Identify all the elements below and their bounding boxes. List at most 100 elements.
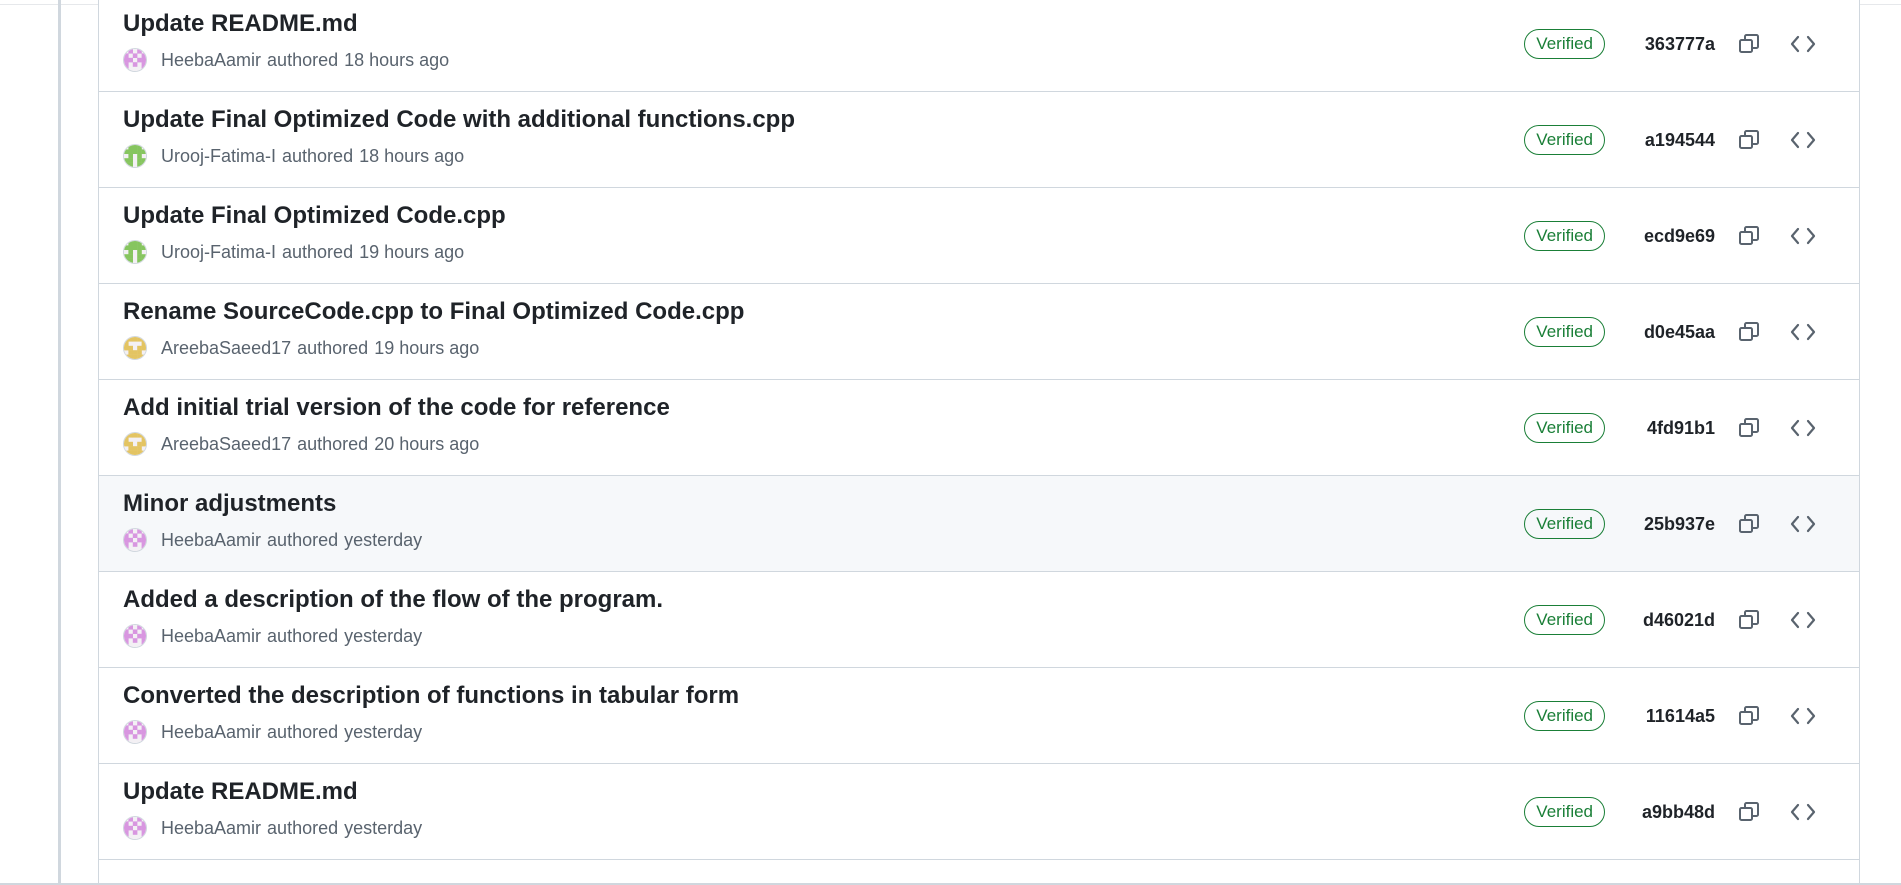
commit-title-link[interactable]: Update README.md: [123, 778, 358, 806]
author-link[interactable]: Urooj-Fatima-I: [161, 146, 276, 167]
author-link[interactable]: AreebaSaeed17: [161, 338, 291, 359]
browse-repo-button[interactable]: [1783, 792, 1823, 832]
commit-row: Added a description of the flow of the p…: [99, 572, 1859, 668]
code-icon: [1790, 34, 1816, 54]
browse-repo-button[interactable]: [1783, 120, 1823, 160]
commit-actions: Verified a194544: [1524, 92, 1823, 188]
copy-sha-button[interactable]: [1729, 24, 1769, 64]
commit-title-link[interactable]: Rename SourceCode.cpp to Final Optimized…: [123, 298, 744, 326]
verified-badge[interactable]: Verified: [1524, 221, 1605, 251]
commits-page: Update README.md HeebaAamir authored 18 …: [0, 0, 1901, 885]
verified-badge[interactable]: Verified: [1524, 605, 1605, 635]
verified-badge[interactable]: Verified: [1524, 701, 1605, 731]
verified-badge[interactable]: Verified: [1524, 125, 1605, 155]
verified-badge[interactable]: Verified: [1524, 509, 1605, 539]
commit-sha-link[interactable]: 4fd91b1: [1637, 418, 1715, 439]
commit-title-link[interactable]: Update Final Optimized Code.cpp: [123, 202, 506, 230]
commit-sha-link[interactable]: a9bb48d: [1637, 802, 1715, 823]
copy-sha-button[interactable]: [1729, 696, 1769, 736]
commit-meta: AreebaSaeed17 authored 20 hours ago: [123, 432, 479, 456]
authored-label: authored: [282, 241, 354, 262]
author-avatar[interactable]: [123, 720, 147, 744]
authored-label: authored: [297, 433, 369, 454]
author-link[interactable]: HeebaAamir: [161, 50, 261, 71]
author-link[interactable]: HeebaAamir: [161, 530, 261, 551]
author-avatar[interactable]: [123, 48, 147, 72]
browse-repo-button[interactable]: [1783, 600, 1823, 640]
browse-repo-button[interactable]: [1783, 24, 1823, 64]
commit-time: yesterday: [344, 817, 423, 838]
author-avatar[interactable]: [123, 432, 147, 456]
author-link[interactable]: HeebaAamir: [161, 818, 261, 839]
code-icon: [1790, 130, 1816, 150]
code-icon: [1790, 322, 1816, 342]
verified-badge[interactable]: Verified: [1524, 413, 1605, 443]
commit-row: Add initial trial version of the code fo…: [99, 380, 1859, 476]
commit-actions: Verified 363777a: [1524, 0, 1823, 92]
commit-time: yesterday: [344, 529, 423, 550]
author-link[interactable]: HeebaAamir: [161, 626, 261, 647]
commit-sha-link[interactable]: d46021d: [1637, 610, 1715, 631]
commit-list: Update README.md HeebaAamir authored 18 …: [98, 0, 1860, 885]
commit-meta: HeebaAamir authored yesterday: [123, 720, 422, 744]
commit-time: 20 hours ago: [374, 433, 480, 454]
verified-badge[interactable]: Verified: [1524, 797, 1605, 827]
copy-sha-button[interactable]: [1729, 600, 1769, 640]
copy-icon: [1737, 800, 1761, 824]
author-avatar[interactable]: [123, 528, 147, 552]
commit-sha-link[interactable]: d0e45aa: [1637, 322, 1715, 343]
commit-time: 19 hours ago: [359, 241, 465, 262]
authored-label: authored: [267, 529, 339, 550]
author-avatar[interactable]: [123, 240, 147, 264]
commit-title-link[interactable]: Added a description of the flow of the p…: [123, 586, 663, 614]
code-icon: [1790, 514, 1816, 534]
copy-sha-button[interactable]: [1729, 792, 1769, 832]
commit-sha-link[interactable]: ecd9e69: [1637, 226, 1715, 247]
commit-row: Converted the description of functions i…: [99, 668, 1859, 764]
commit-title-link[interactable]: Update README.md: [123, 10, 358, 38]
commit-sha-link[interactable]: 363777a: [1637, 34, 1715, 55]
authored-label: authored: [267, 721, 339, 742]
commit-time: yesterday: [344, 625, 423, 646]
browse-repo-button[interactable]: [1783, 504, 1823, 544]
copy-sha-button[interactable]: [1729, 120, 1769, 160]
commit-meta: HeebaAamir authored 18 hours ago: [123, 48, 449, 72]
browse-repo-button[interactable]: [1783, 312, 1823, 352]
commit-title-link[interactable]: Minor adjustments: [123, 490, 336, 518]
browse-repo-button[interactable]: [1783, 696, 1823, 736]
commit-actions: Verified 4fd91b1: [1524, 380, 1823, 476]
copy-sha-button[interactable]: [1729, 408, 1769, 448]
commit-title-link[interactable]: Update Final Optimized Code with additio…: [123, 106, 795, 134]
copy-icon: [1737, 320, 1761, 344]
author-avatar[interactable]: [123, 336, 147, 360]
code-icon: [1790, 610, 1816, 630]
copy-sha-button[interactable]: [1729, 216, 1769, 256]
commit-title-link[interactable]: Converted the description of functions i…: [123, 682, 739, 710]
commit-title-link[interactable]: Add initial trial version of the code fo…: [123, 394, 670, 422]
commit-actions: Verified ecd9e69: [1524, 188, 1823, 284]
commit-meta: HeebaAamir authored yesterday: [123, 816, 422, 840]
author-link[interactable]: AreebaSaeed17: [161, 434, 291, 455]
author-avatar[interactable]: [123, 624, 147, 648]
author-avatar[interactable]: [123, 816, 147, 840]
author-link[interactable]: Urooj-Fatima-I: [161, 242, 276, 263]
copy-sha-button[interactable]: [1729, 504, 1769, 544]
authored-label: authored: [267, 817, 339, 838]
commit-meta: HeebaAamir authored yesterday: [123, 624, 422, 648]
verified-badge[interactable]: Verified: [1524, 317, 1605, 347]
code-icon: [1790, 802, 1816, 822]
commit-row: Update README.md HeebaAamir authored yes…: [99, 764, 1859, 860]
author-avatar[interactable]: [123, 144, 147, 168]
authored-label: authored: [267, 49, 339, 70]
verified-badge[interactable]: Verified: [1524, 29, 1605, 59]
author-link[interactable]: HeebaAamir: [161, 722, 261, 743]
copy-sha-button[interactable]: [1729, 312, 1769, 352]
commit-sha-link[interactable]: 11614a5: [1637, 706, 1715, 727]
commit-actions: Verified 25b937e: [1524, 476, 1823, 572]
browse-repo-button[interactable]: [1783, 408, 1823, 448]
commit-sha-link[interactable]: a194544: [1637, 130, 1715, 151]
commit-sha-link[interactable]: 25b937e: [1637, 514, 1715, 535]
browse-repo-button[interactable]: [1783, 216, 1823, 256]
commit-meta: AreebaSaeed17 authored 19 hours ago: [123, 336, 479, 360]
commit-actions: Verified d0e45aa: [1524, 284, 1823, 380]
